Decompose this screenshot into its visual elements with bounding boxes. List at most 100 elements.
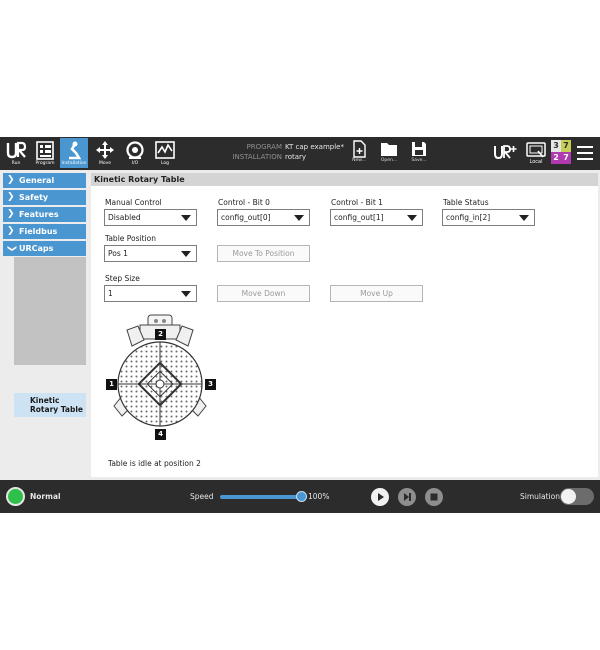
speed-slider-track[interactable] bbox=[220, 495, 302, 499]
control-bit0-dropdown[interactable]: config_out[0] bbox=[217, 209, 310, 226]
tab-installation[interactable]: Installation bbox=[60, 138, 88, 168]
nav-item-urcaps[interactable]: ❯ URCaps bbox=[3, 241, 86, 256]
chevron-right-icon: ❯ bbox=[7, 226, 15, 236]
tab-log[interactable]: Log bbox=[151, 138, 179, 168]
tab-log-label: Log bbox=[160, 161, 170, 166]
tab-program-label: Program bbox=[35, 161, 55, 166]
dropdown-value: Pos 1 bbox=[108, 249, 128, 258]
move-down-button[interactable]: Move Down bbox=[217, 285, 310, 302]
play-button[interactable] bbox=[371, 488, 389, 506]
dropdown-value: 1 bbox=[108, 289, 113, 298]
main-content: Kinetic Rotary Table Manual Control Disa… bbox=[88, 170, 600, 480]
toggle-knob bbox=[561, 489, 576, 504]
dropdown-arrow-icon bbox=[181, 291, 191, 297]
manual-control-dropdown[interactable]: Disabled bbox=[104, 209, 197, 226]
control-bit1-label: Control - Bit 1 bbox=[331, 198, 383, 207]
speed-value: 100% bbox=[308, 492, 330, 501]
move-to-position-button[interactable]: Move To Position bbox=[217, 245, 310, 262]
bottom-bar: Normal Speed 100% Simulation bbox=[0, 480, 600, 513]
ur-logo-icon bbox=[6, 141, 27, 159]
left-navigation: ❯ General ❯ Safety ❯ Features ❯ Fieldbus… bbox=[0, 170, 88, 480]
nav-item-features[interactable]: ❯ Features bbox=[3, 207, 86, 222]
nav-item-fieldbus[interactable]: ❯ Fieldbus bbox=[3, 224, 86, 239]
ur-plus-icon bbox=[494, 145, 517, 160]
step-forward-icon bbox=[404, 493, 411, 501]
robot-status-icon[interactable] bbox=[6, 487, 25, 506]
control-bit1-dropdown[interactable]: config_out[1] bbox=[330, 209, 423, 226]
tab-io-label: I/O bbox=[131, 161, 139, 166]
speed-slider-handle[interactable] bbox=[296, 491, 307, 502]
open-button-label: Open... bbox=[380, 158, 398, 163]
step-size-dropdown[interactable]: 1 bbox=[104, 285, 197, 302]
dropdown-value: config_in[2] bbox=[446, 213, 491, 222]
save-icon bbox=[412, 142, 426, 156]
installation-name: rotary bbox=[285, 153, 307, 161]
new-button[interactable]: New... bbox=[347, 139, 371, 167]
tab-installation-label: Installation bbox=[61, 161, 87, 166]
log-icon bbox=[155, 141, 175, 159]
menu-button[interactable] bbox=[576, 144, 594, 162]
program-name: KT cap example* bbox=[285, 143, 344, 151]
nav-item-label: General bbox=[19, 176, 55, 185]
chevron-right-icon: ❯ bbox=[7, 192, 15, 202]
new-file-icon bbox=[353, 140, 366, 158]
program-key: PROGRAM bbox=[246, 143, 282, 151]
speed-label: Speed bbox=[190, 492, 214, 501]
robot-status-text: Normal bbox=[30, 492, 61, 501]
step-size-label: Step Size bbox=[105, 274, 140, 283]
table-position-dropdown[interactable]: Pos 1 bbox=[104, 245, 197, 262]
tab-run-label: Run bbox=[11, 161, 21, 166]
nav-item-general[interactable]: ❯ General bbox=[3, 173, 86, 188]
dropdown-value: Disabled bbox=[108, 213, 141, 222]
tab-program[interactable]: Program bbox=[31, 138, 59, 168]
installation-key: INSTALLATION bbox=[232, 153, 282, 161]
tab-run[interactable]: Run bbox=[2, 138, 30, 168]
chevron-down-icon: ❯ bbox=[6, 244, 17, 253]
nav-item-label: URCaps bbox=[19, 244, 54, 253]
urcaps-submenu-area bbox=[14, 257, 86, 365]
open-button[interactable]: Open... bbox=[377, 139, 401, 167]
dropdown-value: config_out[1] bbox=[334, 213, 384, 222]
dropdown-value: config_out[0] bbox=[221, 213, 271, 222]
move-icon bbox=[96, 141, 114, 159]
ur-plus-button[interactable] bbox=[493, 142, 517, 170]
io-icon bbox=[126, 141, 144, 159]
open-folder-icon bbox=[381, 143, 397, 156]
counter-bottom-right: 7 bbox=[561, 152, 571, 164]
position-marker-2[interactable]: 2 bbox=[155, 329, 166, 340]
new-button-label: New... bbox=[352, 158, 366, 163]
counter-top-left: 3 bbox=[551, 140, 561, 152]
table-status-dropdown[interactable]: config_in[2] bbox=[442, 209, 535, 226]
table-position-label: Table Position bbox=[105, 234, 156, 243]
nav-item-label: Safety bbox=[19, 193, 49, 202]
stop-button[interactable] bbox=[425, 488, 443, 506]
position-marker-1[interactable]: 1 bbox=[106, 379, 117, 390]
counter-bottom-left: 2 bbox=[551, 152, 561, 164]
dropdown-arrow-icon bbox=[181, 215, 191, 221]
tab-move[interactable]: Move bbox=[91, 138, 119, 168]
installation-icon bbox=[69, 141, 82, 160]
table-status-label: Table Status bbox=[443, 198, 489, 207]
play-icon bbox=[378, 493, 384, 501]
local-label: Local bbox=[529, 159, 543, 165]
manual-control-label: Manual Control bbox=[105, 198, 162, 207]
table-status-message: Table is idle at position 2 bbox=[108, 459, 201, 468]
chevron-right-icon: ❯ bbox=[7, 175, 15, 185]
position-marker-3[interactable]: 3 bbox=[205, 379, 216, 390]
move-up-button[interactable]: Move Up bbox=[330, 285, 423, 302]
nav-item-label: Features bbox=[19, 210, 59, 219]
local-button[interactable]: Local bbox=[524, 140, 548, 168]
step-button[interactable] bbox=[398, 488, 416, 506]
tab-io[interactable]: I/O bbox=[121, 138, 149, 168]
simulation-toggle[interactable] bbox=[560, 488, 594, 505]
hamburger-menu-icon bbox=[577, 146, 593, 160]
top-bar: Run Program Installation Move I/O Log PR… bbox=[0, 137, 600, 169]
counter-top-right: 7 bbox=[561, 140, 571, 152]
nav-item-safety[interactable]: ❯ Safety bbox=[3, 190, 86, 205]
dropdown-arrow-icon bbox=[294, 215, 304, 221]
counter-grid[interactable]: 3 7 2 7 bbox=[551, 140, 571, 164]
save-button[interactable]: Save... bbox=[407, 139, 431, 167]
nav-item-kinetic-rotary-table[interactable]: Kinetic Rotary Table bbox=[14, 393, 86, 417]
position-marker-4[interactable]: 4 bbox=[155, 429, 166, 440]
nav-item-label: Fieldbus bbox=[19, 227, 58, 236]
